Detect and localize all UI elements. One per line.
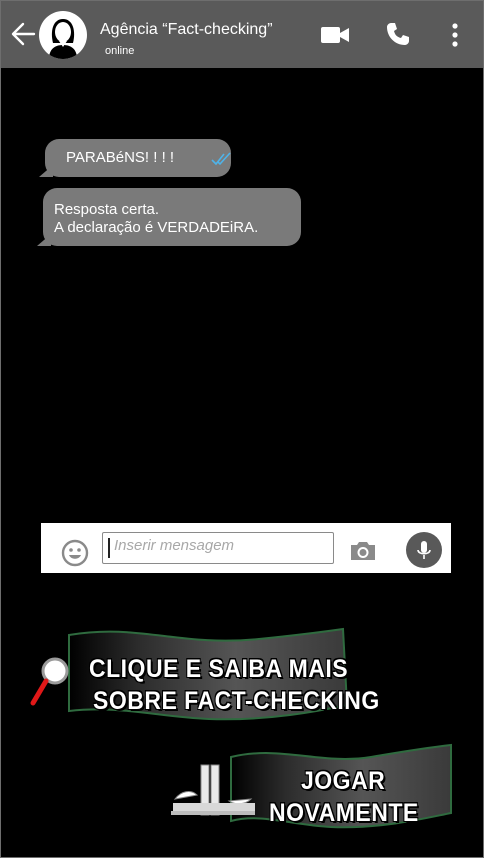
person-icon (49, 19, 77, 59)
learn-more-line1: CLIQUE E SAIBA MAIS (89, 653, 349, 683)
play-again-line1: JOGAR (301, 765, 386, 795)
phone-screen: Agência “Fact-checking” online PARABéNS!… (0, 0, 484, 858)
microphone-icon (417, 541, 431, 559)
message-line: Resposta certa. (54, 201, 160, 218)
play-again-line2: NOVAMENTE (269, 797, 419, 827)
mic-button[interactable] (406, 532, 442, 568)
learn-more-link[interactable]: CLIQUE E SAIBA MAIS SOBRE FACT-CHECKING (29, 625, 379, 725)
message-bubble: PARABéNS! ! ! ! (39, 139, 231, 177)
contact-name[interactable]: Agência “Fact-checking” (100, 21, 273, 39)
double-check-icon (211, 152, 231, 166)
learn-more-line2: SOBRE FACT-CHECKING (93, 685, 380, 715)
avatar[interactable] (39, 11, 87, 59)
text-caret (108, 538, 110, 558)
contact-status: online (105, 45, 135, 57)
congress-building-icon (171, 764, 255, 816)
message-text: Resposta certa. A declaração é VERDADEiR… (54, 201, 258, 237)
message-input[interactable]: Inserir mensagem (102, 532, 334, 564)
message-bubble: Resposta certa. A declaração é VERDADEiR… (37, 188, 301, 246)
emoji-icon[interactable] (61, 539, 89, 567)
message-composer: Inserir mensagem (41, 523, 451, 573)
play-again-button[interactable]: JOGAR NOVAMENTE (171, 743, 455, 837)
message-line: A declaração é VERDADEiRA. (54, 219, 259, 236)
video-camera-icon[interactable] (320, 25, 350, 45)
message-input-placeholder: Inserir mensagem (114, 537, 235, 554)
message-text: PARABéNS! ! ! ! (66, 149, 175, 166)
arrow-left-icon[interactable] (10, 21, 36, 47)
chat-header: Agência “Fact-checking” online (1, 1, 483, 68)
phone-icon[interactable] (385, 21, 411, 47)
camera-icon[interactable] (348, 539, 378, 563)
more-vertical-icon[interactable] (450, 23, 460, 47)
magnifier-icon (30, 657, 69, 706)
